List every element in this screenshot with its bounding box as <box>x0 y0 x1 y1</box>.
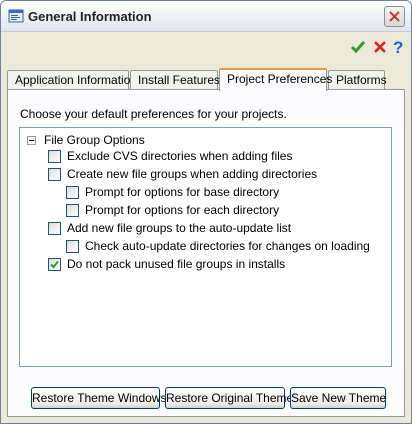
label-prompt-base-directory: Prompt for options for base directory <box>85 185 280 199</box>
checkbox-prompt-base-directory[interactable] <box>66 186 79 199</box>
app-window-icon <box>8 9 24 23</box>
checkbox-add-auto-update[interactable] <box>48 222 61 235</box>
checkbox-do-not-pack-unused[interactable] <box>48 258 61 271</box>
title-bar[interactable]: General Information <box>1 1 411 32</box>
tab-label: Project Preferences <box>227 72 333 86</box>
checkbox-create-file-groups[interactable] <box>48 168 61 181</box>
restore-theme-windows-button[interactable]: Restore Theme Windows <box>31 387 167 409</box>
toolbar: ? <box>1 32 411 62</box>
restore-original-theme-button[interactable]: Restore Original Theme <box>165 387 293 409</box>
window-title: General Information <box>28 9 152 24</box>
close-icon <box>389 11 400 22</box>
tab-project-preferences[interactable]: Project Preferences <box>219 68 332 91</box>
checkbox-exclude-cvs[interactable] <box>48 150 61 163</box>
tab-label: Application Information <box>15 73 138 87</box>
general-information-window: General Information ? Application Inform… <box>0 0 412 424</box>
preferences-tree: File Group Options Exclude CVS directori… <box>19 127 392 367</box>
help-question-icon[interactable]: ? <box>391 39 407 55</box>
panel-description: Choose your default preferences for your… <box>20 107 287 121</box>
project-preferences-panel: Choose your default preferences for your… <box>7 89 405 417</box>
label-do-not-pack-unused: Do not pack unused file groups in instal… <box>67 257 286 271</box>
tab-application-information[interactable]: Application Information <box>7 70 137 89</box>
label-exclude-cvs: Exclude CVS directories when adding file… <box>67 149 293 163</box>
collapse-toggle-icon[interactable] <box>27 136 36 145</box>
save-new-theme-button[interactable]: Save New Theme <box>290 387 386 409</box>
label-add-auto-update: Add new file groups to the auto-update l… <box>67 221 292 235</box>
tab-label: Platforms <box>336 73 387 87</box>
checkmark-icon[interactable] <box>350 39 366 55</box>
label-prompt-each-directory: Prompt for options for each directory <box>85 203 280 217</box>
label-check-auto-update: Check auto-update directories for change… <box>85 239 370 253</box>
tab-strip: Application Information Install Features… <box>7 68 407 91</box>
svg-text:?: ? <box>393 39 403 55</box>
red-x-icon[interactable] <box>372 39 388 55</box>
tab-install-features[interactable]: Install Features <box>130 70 221 89</box>
checkbox-check-auto-update[interactable] <box>66 240 79 253</box>
tree-group-file-group-options[interactable]: File Group Options <box>44 132 145 148</box>
label-create-file-groups: Create new file groups when adding direc… <box>67 167 318 181</box>
checkmark-icon <box>50 260 59 269</box>
close-button[interactable] <box>384 6 405 27</box>
tab-platforms[interactable]: Platforms <box>328 70 387 89</box>
tab-label: Install Features <box>138 73 221 87</box>
checkbox-prompt-each-directory[interactable] <box>66 204 79 217</box>
